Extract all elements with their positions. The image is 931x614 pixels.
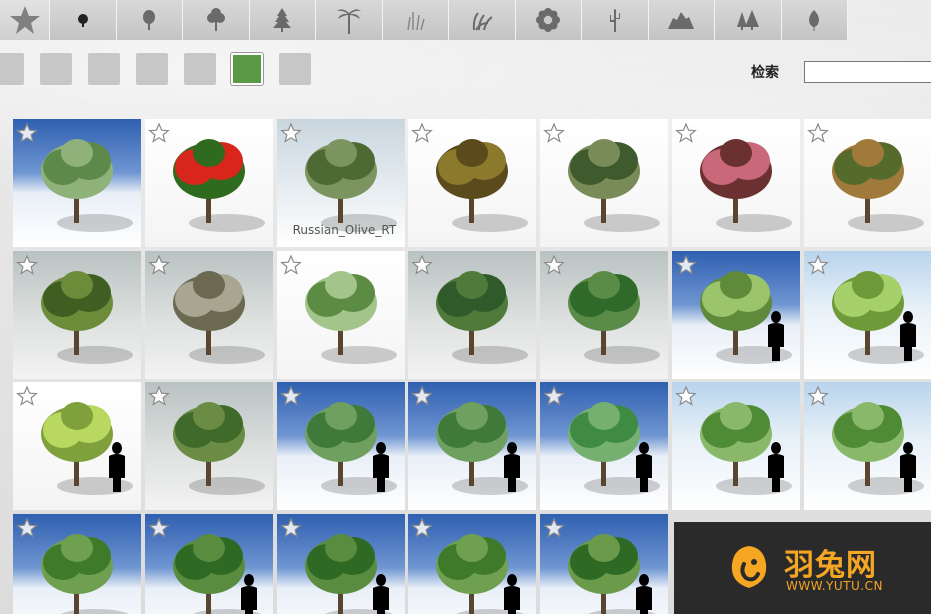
round-tree-icon — [143, 10, 156, 30]
conifer-tree-icon — [273, 8, 292, 32]
palm-tree-icon — [336, 9, 361, 34]
rock-icon — [668, 12, 695, 29]
favorite-star-icon[interactable] — [675, 253, 697, 276]
tab-flower[interactable] — [515, 0, 582, 40]
star-icon — [9, 6, 40, 34]
favorite-star-icon[interactable] — [411, 385, 434, 407]
search-input[interactable] — [804, 61, 931, 83]
flower-icon — [536, 8, 561, 32]
plant-thumbnail[interactable] — [13, 513, 141, 614]
favorite-star-icon[interactable] — [279, 516, 302, 539]
plant-thumbnail[interactable] — [144, 513, 273, 614]
plant-thumbnail[interactable] — [276, 382, 405, 510]
small-shrub-icon — [77, 14, 88, 27]
filter-swatch[interactable] — [88, 53, 120, 85]
plant-thumbnail[interactable] — [408, 250, 537, 379]
plant-thumbnail[interactable] — [408, 513, 537, 614]
favorite-star-icon[interactable] — [16, 385, 38, 407]
broadleaf-tree-icon — [206, 8, 225, 31]
tab-grass[interactable] — [382, 0, 449, 40]
filter-swatch[interactable] — [40, 53, 72, 85]
favorite-star-icon[interactable] — [411, 122, 434, 144]
leaf-icon — [809, 10, 820, 31]
plant-thumbnail[interactable] — [13, 119, 141, 247]
favorite-star-icon[interactable] — [147, 385, 170, 407]
search-label: 检索 — [751, 65, 779, 81]
favorite-star-icon[interactable] — [543, 122, 566, 144]
watermark-title: 羽兔网 — [784, 548, 877, 583]
tall-grass-icon — [472, 12, 493, 31]
watermark-url: WWW.YUTU.CN — [786, 579, 883, 593]
plant-thumbnail[interactable] — [672, 382, 800, 510]
tab-palm-tree[interactable] — [316, 0, 383, 40]
tab-leaf[interactable] — [781, 0, 848, 40]
favorite-star-icon[interactable] — [411, 253, 434, 276]
favorite-star-icon[interactable] — [147, 253, 170, 276]
rabbit-logo-icon — [731, 546, 767, 588]
plant-thumbnail[interactable] — [276, 513, 405, 614]
plant-thumbnail[interactable] — [13, 250, 141, 379]
plant-thumbnail[interactable] — [672, 250, 800, 379]
favorite-star-icon[interactable] — [543, 385, 566, 407]
plant-thumbnail[interactable]: Russian_Olive_RT — [276, 119, 405, 247]
favorite-star-icon[interactable] — [806, 385, 829, 407]
tab-favorites[interactable] — [0, 0, 50, 40]
filter-swatch[interactable] — [136, 53, 168, 85]
favorite-star-icon[interactable] — [147, 516, 170, 539]
favorite-star-icon[interactable] — [279, 253, 302, 276]
favorite-star-icon[interactable] — [16, 516, 38, 539]
plant-thumbnail[interactable] — [408, 119, 537, 247]
filter-swatch[interactable] — [184, 53, 216, 85]
grass-icon — [407, 12, 425, 31]
favorite-star-icon[interactable] — [279, 122, 302, 144]
favorite-star-icon[interactable] — [279, 385, 302, 407]
plant-thumbnail[interactable] — [672, 119, 800, 247]
plant-thumbnail[interactable] — [803, 119, 931, 247]
plant-thumbnail[interactable] — [540, 250, 669, 379]
tab-conifer-tree[interactable] — [249, 0, 316, 40]
tab-small-shrub[interactable] — [50, 0, 117, 40]
favorite-star-icon[interactable] — [806, 122, 829, 144]
favorite-star-icon[interactable] — [147, 122, 170, 144]
plant-thumbnail[interactable] — [408, 382, 537, 510]
plant-thumbnail[interactable] — [13, 382, 141, 510]
plant-thumbnail[interactable] — [540, 513, 669, 614]
favorite-star-icon[interactable] — [543, 516, 566, 539]
tab-round-tree[interactable] — [116, 0, 183, 40]
thumbnail-label: Russian_Olive_RT — [292, 223, 397, 237]
plant-thumbnail[interactable] — [540, 382, 669, 510]
favorite-star-icon[interactable] — [806, 253, 829, 276]
site-watermark: 羽兔网 WWW.YUTU.CN — [674, 522, 931, 614]
favorite-star-icon[interactable] — [543, 253, 566, 276]
plant-thumbnail[interactable] — [144, 382, 273, 510]
plant-thumbnail[interactable] — [276, 250, 405, 379]
favorite-star-icon[interactable] — [16, 122, 38, 144]
tab-cactus[interactable] — [582, 0, 649, 40]
cactus-icon — [609, 9, 620, 32]
favorite-star-icon[interactable] — [675, 385, 697, 407]
plant-thumbnail[interactable] — [803, 382, 931, 510]
plant-thumbnail[interactable] — [803, 250, 931, 379]
tab-tall-grass[interactable] — [449, 0, 516, 40]
forest-icon — [736, 10, 759, 30]
filter-swatch[interactable] — [279, 53, 311, 85]
plant-thumbnail[interactable] — [540, 119, 669, 247]
plant-thumbnail[interactable] — [144, 250, 273, 379]
filter-swatch[interactable] — [0, 53, 24, 85]
plant-thumbnail[interactable] — [144, 119, 273, 247]
tab-forest[interactable] — [715, 0, 782, 40]
category-tab-bar — [0, 0, 931, 40]
favorite-star-icon[interactable] — [411, 516, 434, 539]
filter-swatch-selected[interactable] — [231, 53, 263, 85]
favorite-star-icon[interactable] — [16, 253, 38, 276]
favorite-star-icon[interactable] — [675, 122, 697, 144]
tab-broadleaf-tree[interactable] — [183, 0, 250, 40]
tab-rock[interactable] — [648, 0, 715, 40]
